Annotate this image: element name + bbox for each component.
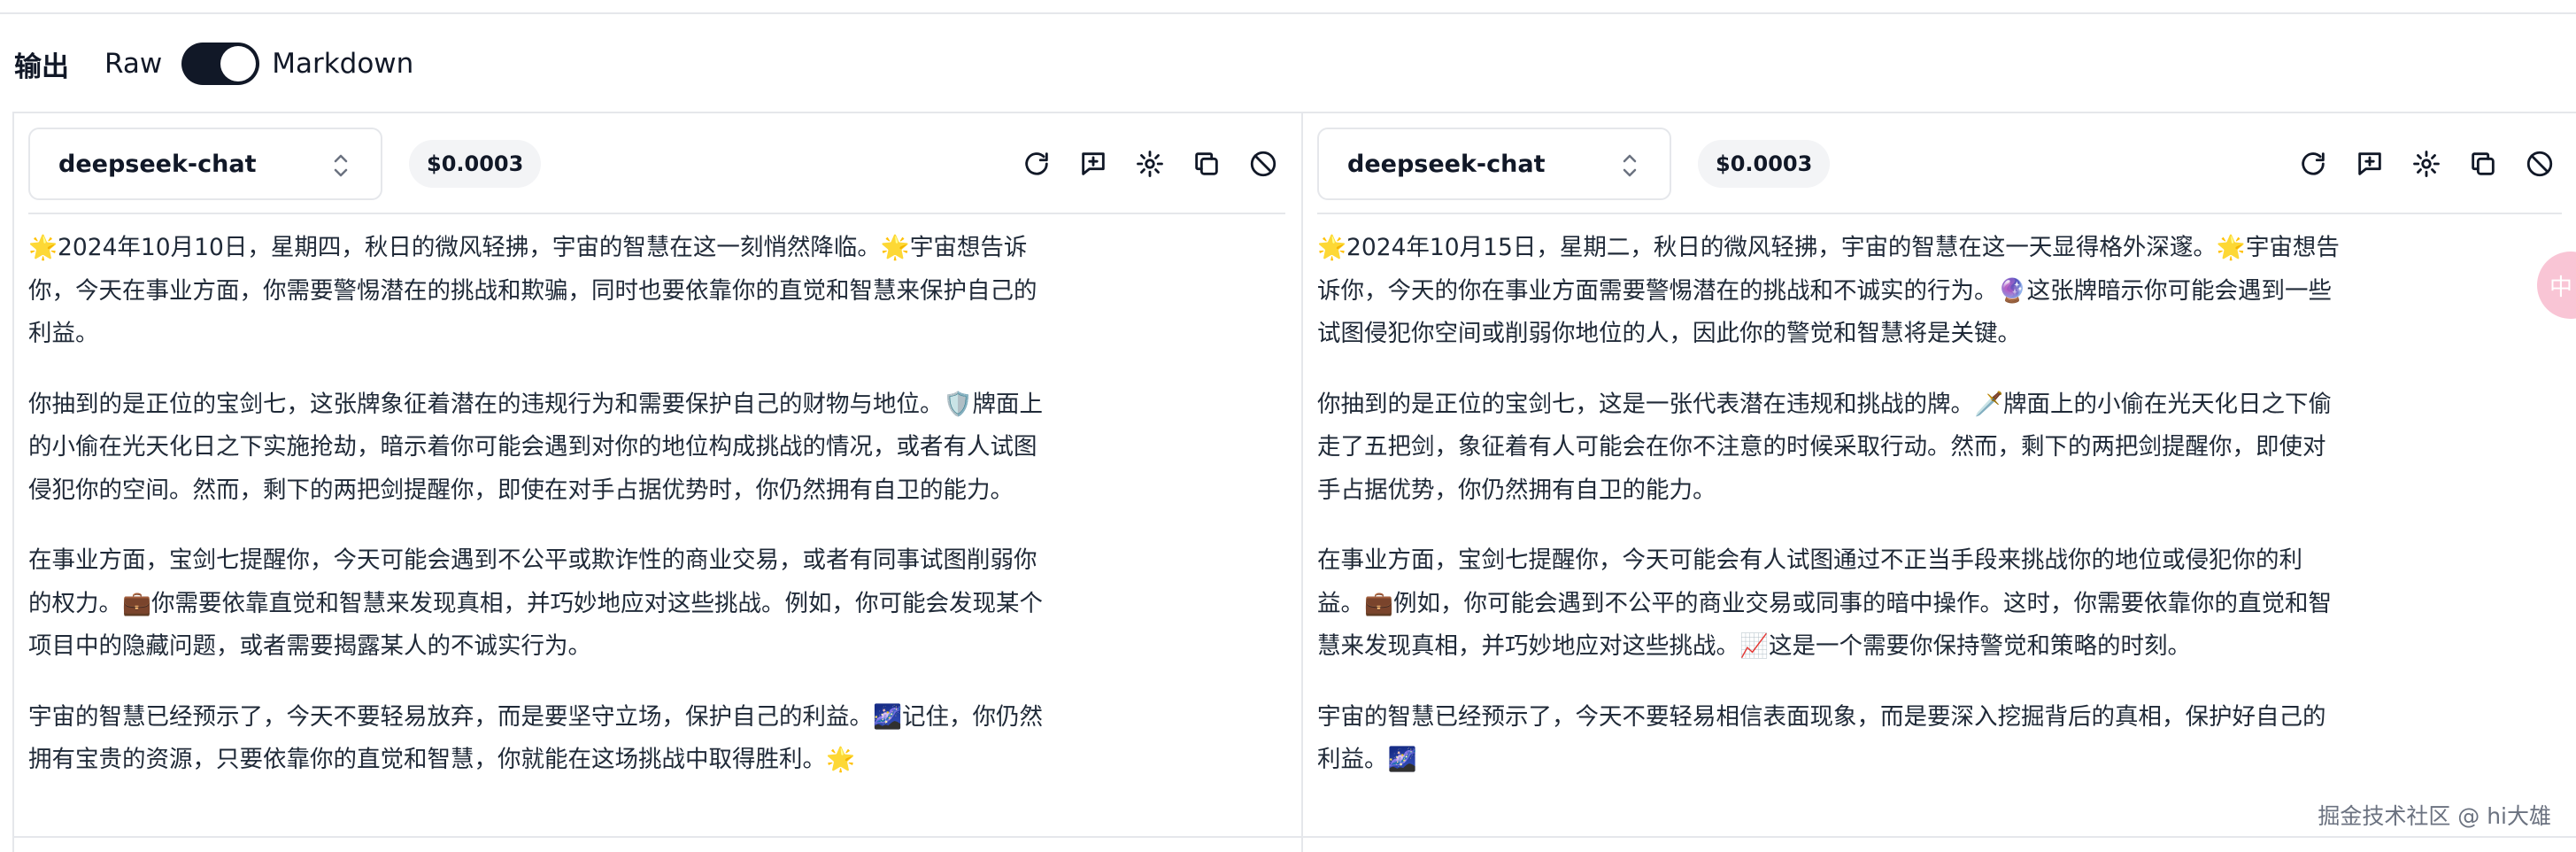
floating-button-label: 中	[2549, 274, 2573, 301]
message-plus-icon[interactable]	[2349, 143, 2390, 184]
bottom-divider	[12, 836, 2576, 838]
markdown-mode-label[interactable]: Markdown	[272, 48, 413, 80]
panel-divider	[1317, 213, 2562, 214]
copy-icon[interactable]	[2463, 143, 2503, 184]
response-paragraph: 宇宙的智慧已经预示了，今天不要轻易相信表面现象，而是要深入挖掘背后的真相，保护好…	[1317, 702, 2326, 774]
response-paragraph: 🌟2024年10月15日，星期二，秋日的微风轻拂，宇宙的智慧在这一天显得格外深邃…	[1317, 234, 2340, 347]
response-body: 🌟2024年10月15日，星期二，秋日的微风轻拂，宇宙的智慧在这一天显得格外深邃…	[1317, 227, 2344, 809]
ban-icon[interactable]	[2519, 143, 2560, 184]
model-select[interactable]: deepseek-chat	[1317, 128, 1671, 200]
model-select[interactable]: deepseek-chat	[28, 128, 382, 200]
response-paragraph: 宇宙的智慧已经预示了，今天不要轻易放弃，而是要坚守立场，保护自己的利益。🌌记住，…	[28, 702, 1043, 774]
response-body: 🌟2024年10月10日，星期四，秋日的微风轻拂，宇宙的智慧在这一刻悄然降临。🌟…	[28, 227, 1055, 809]
output-header: 输出 Raw Markdown	[14, 39, 413, 89]
copy-icon[interactable]	[1186, 143, 1227, 184]
output-title: 输出	[14, 50, 69, 83]
raw-mode-label[interactable]: Raw	[104, 48, 162, 80]
refresh-icon[interactable]	[1016, 143, 1057, 184]
output-panel-right: deepseek-chat $0.0003 🌟2024年10月15日，星期二，秋…	[1301, 113, 2576, 852]
top-divider	[0, 0, 2576, 14]
panel-toolbar: deepseek-chat $0.0003	[28, 128, 1300, 200]
settings-gear-icon[interactable]	[2406, 143, 2447, 184]
model-select-value: deepseek-chat	[58, 150, 257, 178]
panel-actions	[1000, 143, 1284, 184]
response-paragraph: 🌟2024年10月10日，星期四，秋日的微风轻拂，宇宙的智慧在这一刻悄然降临。🌟…	[28, 234, 1037, 347]
response-paragraph: 你抽到的是正位的宝剑七，这张牌象征着潜在的违规行为和需要保护自己的财物与地位。🛡…	[28, 390, 1043, 504]
response-paragraph: 在事业方面，宝剑七提醒你，今天可能会遇到不公平或欺诈性的商业交易，或者有同事试图…	[28, 546, 1043, 660]
cost-badge: $0.0003	[1698, 140, 1831, 188]
panel-divider	[28, 213, 1285, 214]
watermark: 掘金技术社区 @ hi大雄	[2318, 803, 2551, 829]
response-paragraph: 你抽到的是正位的宝剑七，这是一张代表潜在违规和挑战的牌。🗡️牌面上的小偷在光天化…	[1317, 390, 2332, 504]
response-paragraph: 在事业方面，宝剑七提醒你，今天可能会有人试图通过不正当手段来挑战你的地位或侵犯你…	[1317, 546, 2332, 660]
panel-toolbar: deepseek-chat $0.0003	[1317, 128, 2576, 200]
refresh-icon[interactable]	[2293, 143, 2333, 184]
model-select-value: deepseek-chat	[1347, 150, 1546, 178]
cost-badge: $0.0003	[409, 140, 542, 188]
markdown-toggle[interactable]	[181, 43, 260, 85]
panel-actions	[2277, 143, 2560, 184]
ban-icon[interactable]	[1243, 143, 1284, 184]
message-plus-icon[interactable]	[1073, 143, 1114, 184]
output-panel-left: deepseek-chat $0.0003 🌟2024年10月10日，星期四，秋…	[14, 113, 1300, 852]
settings-gear-icon[interactable]	[1130, 143, 1170, 184]
chevron-up-down-icon	[1623, 154, 1637, 177]
chevron-up-down-icon	[334, 154, 348, 177]
toggle-knob	[220, 46, 257, 81]
page: 输出 Raw Markdown deepseek-chat $0.0003 🌟2…	[0, 0, 2576, 852]
